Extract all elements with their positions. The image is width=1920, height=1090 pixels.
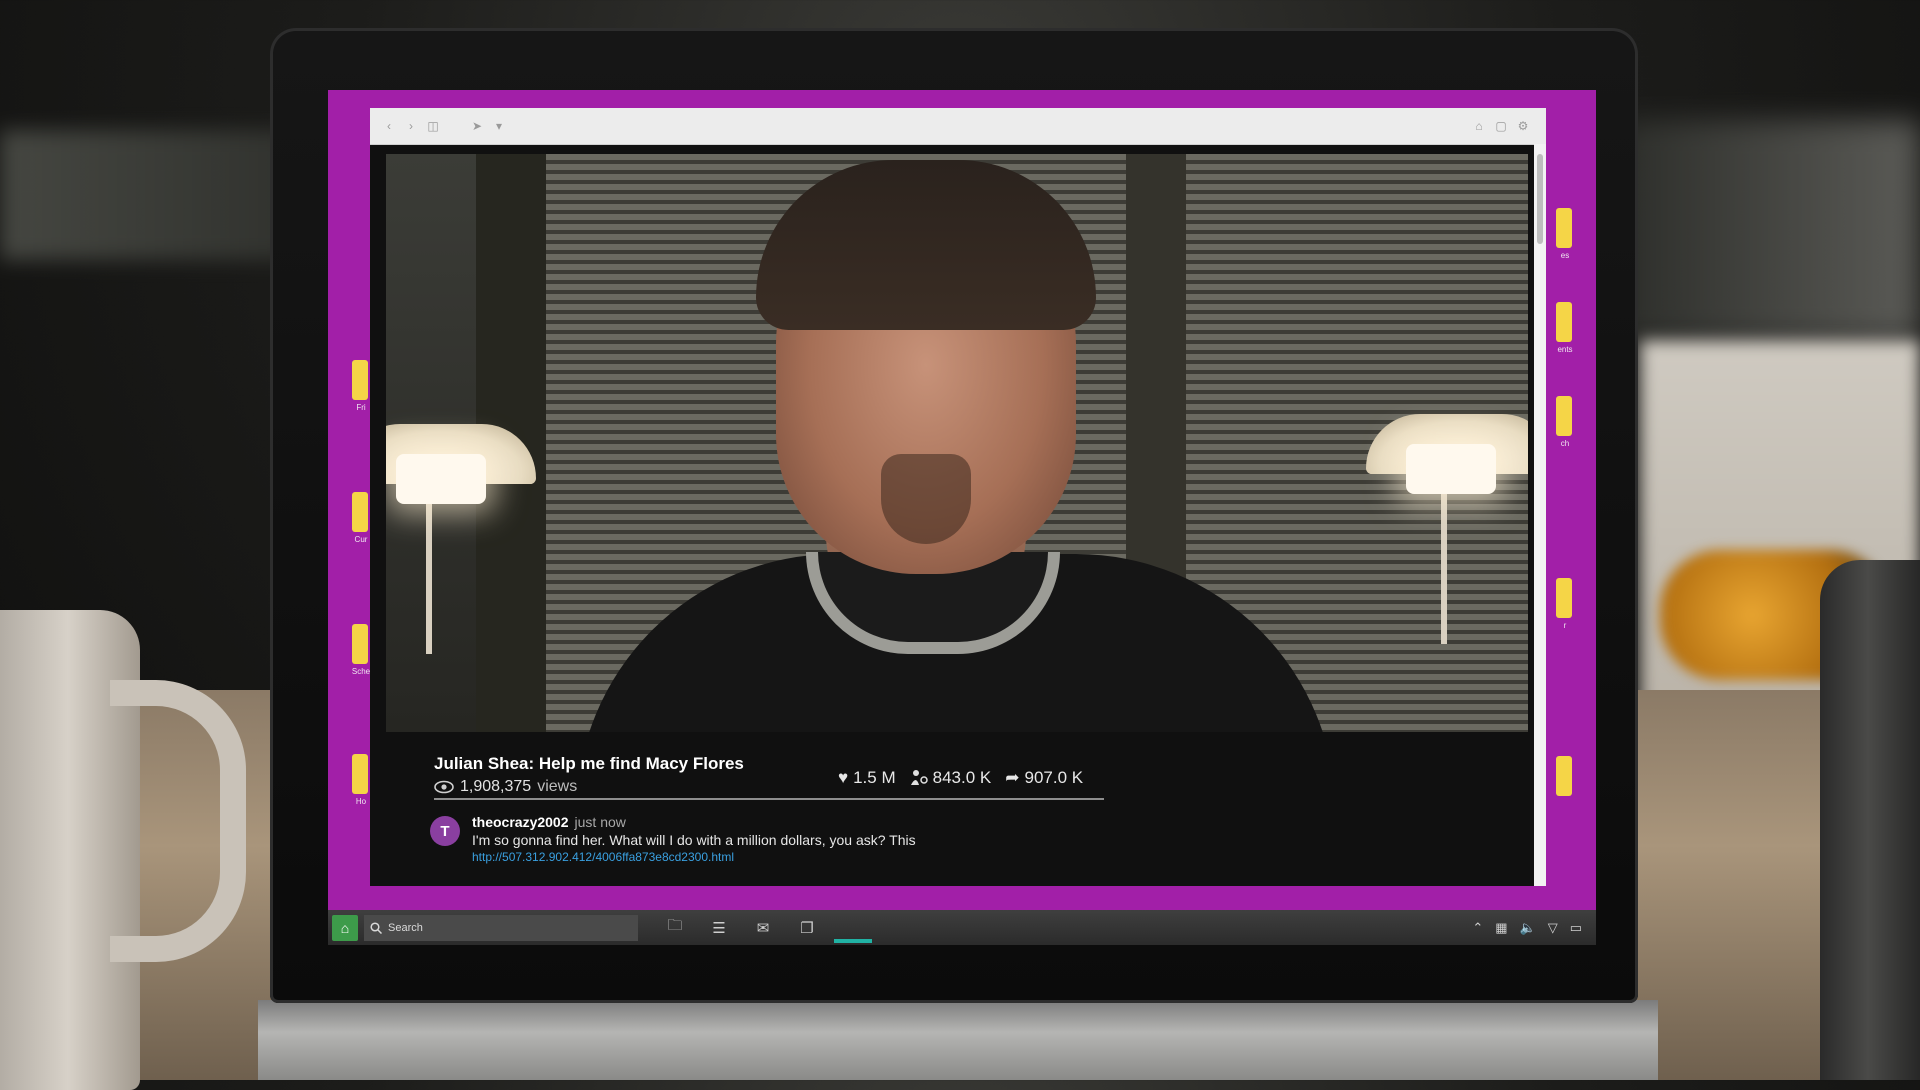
desktop-icon-label: r: [1563, 621, 1567, 630]
system-tray: ⌃ ▦ 🔈 ▽ ▭: [1472, 920, 1582, 936]
chevron-down-icon: ▾: [495, 119, 503, 133]
reaction-button[interactable]: 843.0 K: [910, 768, 992, 788]
start-button[interactable]: ⌂: [332, 914, 358, 941]
desktop-icon-right-3[interactable]: ch: [1550, 396, 1580, 460]
view-count: 1,908,375 views: [434, 778, 577, 796]
folder-icon: [352, 754, 368, 794]
user-link-icon: [910, 770, 928, 785]
like-button[interactable]: ♥ 1.5 M: [838, 768, 896, 788]
taskbar-apps: 🗀 ☰ ✉ ❐: [664, 915, 818, 940]
heart-icon: ♥: [838, 768, 849, 787]
back-button[interactable]: ‹: [380, 117, 398, 135]
forward-button[interactable]: ›: [402, 117, 420, 135]
taskbar: ⌂ Search 🗀 ☰ ✉ ❐ ⌃ ▦ 🔈 ▽ ▭: [328, 910, 1596, 945]
video-person-hair: [756, 160, 1096, 330]
mug-right: [1820, 560, 1920, 1080]
video-title: Julian Shea: Help me find Macy Flores: [434, 754, 744, 773]
browser-toolbar: ‹ › ◫ ➤ ▾ ⌂ ▢ ⚙: [370, 108, 1546, 145]
folder-icon: [1556, 302, 1572, 342]
page-scrollbar[interactable]: [1534, 144, 1546, 886]
share-button[interactable]: ▢: [1492, 117, 1510, 135]
volume-icon[interactable]: 🔈: [1520, 920, 1536, 936]
window-icon[interactable]: ❐: [796, 919, 818, 937]
folder-icon: [1556, 756, 1572, 796]
folder-icon: [352, 492, 368, 532]
dropdown-button[interactable]: ▾: [490, 117, 508, 135]
folder-icon[interactable]: 🗀: [664, 915, 686, 940]
video-person-beard: [881, 454, 971, 544]
active-app-indicator[interactable]: [834, 939, 872, 943]
eye-icon: [434, 780, 454, 794]
taskbar-search[interactable]: Search: [364, 914, 638, 941]
video-scene-lamp-light: [1406, 444, 1496, 494]
comment-author[interactable]: theocrazy2002 just now: [472, 814, 626, 830]
folder-icon: [1556, 208, 1572, 248]
network-icon[interactable]: ▦: [1495, 920, 1507, 936]
home-icon: ⌂: [1475, 119, 1483, 133]
video-scene-lamp-light: [396, 454, 486, 504]
desktop-icon-label: ents: [1557, 345, 1573, 354]
browser-window: ‹ › ◫ ➤ ▾ ⌂ ▢ ⚙ Julian Shea: Help me fin…: [370, 108, 1546, 886]
mail-icon[interactable]: ✉: [752, 919, 774, 937]
avatar[interactable]: T: [430, 816, 460, 846]
scrollbar-thumb[interactable]: [1537, 154, 1543, 244]
search-placeholder: Search: [388, 921, 423, 934]
forward-icon: ›: [409, 119, 413, 133]
comment-timestamp: just now: [574, 814, 626, 830]
back-icon: ‹: [387, 119, 391, 133]
settings-button[interactable]: ⚙: [1514, 117, 1532, 135]
folder-icon: [1556, 396, 1572, 436]
notification-icon[interactable]: ▭: [1570, 920, 1582, 936]
desktop-icon-label: es: [1560, 251, 1570, 260]
views-label: views: [537, 778, 578, 795]
share-arrow-icon: ➦: [1005, 768, 1020, 787]
desktop-icon-right-4[interactable]: r: [1550, 578, 1580, 642]
comment-text: I'm so gonna find her. What will I do wi…: [472, 832, 916, 848]
divider: [434, 798, 1104, 800]
video-scene-lamp-stand: [426, 494, 432, 654]
folder-icon: [1556, 578, 1572, 618]
folder-icon: [352, 360, 368, 400]
reader-icon: ◫: [427, 119, 439, 133]
list-icon[interactable]: ☰: [708, 919, 730, 937]
chevron-up-icon[interactable]: ⌃: [1472, 920, 1483, 936]
background-blur-right: [1620, 120, 1920, 340]
share-video-button[interactable]: ➦ 907.0 K: [1005, 768, 1083, 788]
desktop-icon-right-2[interactable]: ents: [1550, 302, 1580, 366]
home-button[interactable]: ⌂: [1470, 117, 1488, 135]
video-info-panel: Julian Shea: Help me find Macy Flores 1,…: [386, 732, 1528, 886]
like-count: 1.5 M: [853, 768, 896, 787]
search-icon: [370, 921, 382, 934]
gear-icon: ⚙: [1517, 119, 1529, 133]
cursor-button[interactable]: ➤: [468, 117, 486, 135]
video-scene-lamp-stand: [1441, 484, 1447, 644]
video-player[interactable]: [386, 154, 1528, 732]
desktop-icon-right-5[interactable]: [1550, 756, 1580, 820]
desktop-icon-label: ch: [1560, 439, 1570, 448]
reaction-count: 843.0 K: [932, 768, 992, 787]
video-stats: ♥ 1.5 M 843.0 K ➦ 907.0 K: [838, 768, 1083, 788]
mug-left-handle: [110, 680, 246, 962]
laptop-base: [258, 1000, 1658, 1080]
home-icon: ⌂: [340, 919, 350, 936]
share-icon: ▢: [1495, 119, 1507, 133]
share-count: 907.0 K: [1024, 768, 1084, 787]
background-blur-left: [0, 130, 300, 260]
desktop-icon-right-1[interactable]: es: [1550, 208, 1580, 272]
laptop-screen: Fri Cur Sche Ho es ents ch r ‹ › ◫ ➤ ▾ ⌂…: [328, 90, 1596, 945]
comment-username[interactable]: theocrazy2002: [472, 814, 569, 830]
views-number: 1,908,375: [460, 778, 532, 795]
wifi-icon[interactable]: ▽: [1548, 920, 1558, 936]
comment-link[interactable]: http://507.312.902.412/4006ffa873e8cd230…: [472, 850, 734, 864]
reader-button[interactable]: ◫: [424, 117, 442, 135]
folder-icon: [352, 624, 368, 664]
cursor-icon: ➤: [471, 119, 483, 133]
